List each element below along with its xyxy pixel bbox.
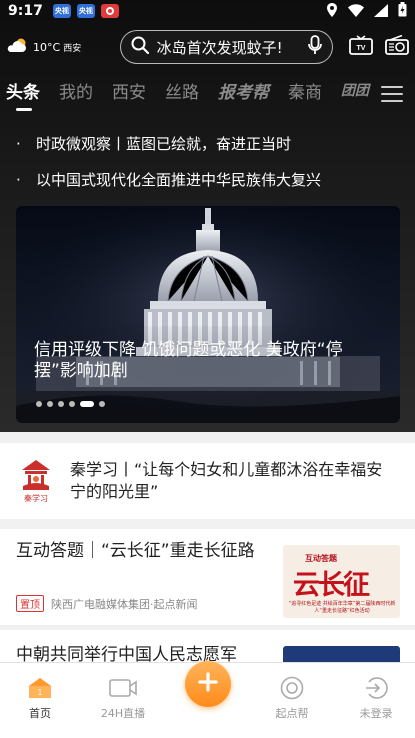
search-box[interactable]: 冰岛首次发现蚊子!: [119, 30, 333, 64]
nav-label: 未登录: [359, 707, 393, 720]
news-meta: 置顶 陕西广电融媒体集团·起点新闻: [16, 595, 198, 612]
nav-label: 首页: [29, 707, 51, 720]
carousel-dot: [58, 401, 64, 407]
study-logo-label: 秦学习: [24, 494, 48, 503]
status-time: 9:17: [8, 3, 43, 19]
tab-mine[interactable]: 我的: [59, 78, 93, 103]
qidian-help-icon: [280, 675, 304, 701]
tab-tuantuan[interactable]: 团团: [341, 80, 369, 100]
headline-item[interactable]: · 时政微观察丨蓝图已绘就，奋进正当时: [16, 133, 406, 169]
svg-text:1: 1: [38, 688, 43, 697]
svg-text:TV: TV: [357, 45, 366, 52]
search-hint-text: 冰岛首次发现蚊子!: [156, 38, 283, 57]
capitol-photo: [16, 206, 400, 423]
login-icon: [364, 675, 388, 701]
app-badge-1: 央视: [52, 4, 71, 18]
wifi-icon: [348, 2, 364, 21]
app-badge-3: [100, 4, 119, 18]
bullet-icon: ·: [16, 135, 21, 153]
thumbnail-subtitle: “追寻红色足迹 共绘百年华章”第二届陕西时代新人“重走长征路”红色活动: [288, 601, 396, 614]
tab-headline[interactable]: 头条: [6, 78, 40, 111]
nav-home[interactable]: 1 首页: [0, 663, 80, 738]
carousel-dot-active: [80, 401, 94, 407]
headline-text: 时政微观察丨蓝图已绘就，奋进正当时: [36, 135, 292, 153]
weather-city: 西安: [63, 43, 82, 54]
study-card[interactable]: 秦学习 秦学习丨“让每个妇女和儿童都沐浴在幸福安宁的阳光里”: [0, 443, 415, 519]
weather-widget[interactable]: 10°C 西安: [6, 37, 118, 57]
news-item[interactable]: 互动答题｜“云长征”重走长征路 置顶 陕西广电融媒体集团·起点新闻 互动答题 云…: [0, 529, 415, 625]
radio-icon[interactable]: [385, 34, 409, 59]
add-button[interactable]: [185, 661, 231, 707]
header-bar: 10°C 西安 冰岛首次发现蚊子! TV: [0, 28, 415, 66]
qin-study-logo: 秦学习: [16, 458, 56, 504]
study-title: 秦学习丨“让每个妇女和儿童都沐浴在幸福安宁的阳光里”: [70, 460, 383, 501]
search-icon: [131, 36, 149, 58]
microphone-icon[interactable]: [308, 35, 322, 59]
channel-menu-icon[interactable]: [381, 86, 403, 102]
tab-xian[interactable]: 西安: [112, 78, 146, 103]
banner-caption: 信用评级下降 饥饿问题或恶化 美政府“停摆”影响加剧: [34, 340, 343, 381]
news-title: 互动答题｜“云长征”重走长征路: [16, 541, 255, 561]
plus-icon: [198, 672, 218, 696]
headline-text: 以中国式现代化全面推进中华民族伟大复兴: [36, 171, 322, 189]
tv-icon[interactable]: TV: [349, 35, 373, 59]
app-badge-2: 央视: [76, 4, 95, 18]
home-icon: 1: [28, 675, 52, 701]
weather-temperature: 10°C: [33, 40, 61, 54]
nav-label: 24H直播: [100, 707, 146, 720]
tab-qin-business[interactable]: 秦商: [288, 78, 322, 103]
carousel-dot: [69, 401, 75, 407]
status-bar: 9:17 央视 央视: [0, 0, 415, 22]
thumbnail-title: 云长征: [293, 570, 370, 601]
signal-icon: [374, 2, 388, 21]
channel-tab-bar: 头条 我的 西安 丝路 报考帮 秦商 团团: [0, 78, 415, 118]
bullet-icon: ·: [16, 171, 21, 189]
nav-login[interactable]: 未登录: [336, 663, 415, 738]
hero-banner[interactable]: 信用评级下降 饥饿问题或恶化 美政府“停摆”影响加剧: [16, 206, 400, 423]
nav-qidian-help[interactable]: 起点帮: [252, 663, 332, 738]
weather-cloud-sun-icon: [6, 37, 30, 57]
carousel-dot: [47, 401, 53, 407]
live-tv-icon: [109, 675, 137, 701]
battery-icon: [398, 1, 407, 21]
location-icon: [326, 2, 338, 21]
carousel-dot: [36, 401, 42, 407]
carousel-indicator: [36, 401, 105, 407]
news-thumbnail: 互动答题 云长征 “追寻红色足迹 共绘百年华章”第二届陕西时代新人“重走长征路”…: [283, 545, 400, 618]
headline-list: · 时政微观察丨蓝图已绘就，奋进正当时 · 以中国式现代化全面推进中华民族伟大复…: [16, 133, 406, 205]
news-source: 陕西广电融媒体集团·起点新闻: [51, 597, 198, 611]
nav-label: 起点帮: [275, 707, 309, 720]
tab-silk-road[interactable]: 丝路: [165, 78, 199, 103]
headline-item[interactable]: · 以中国式现代化全面推进中华民族伟大复兴: [16, 169, 406, 205]
pinned-tag: 置顶: [16, 595, 44, 612]
nav-live[interactable]: 24H直播: [83, 663, 163, 738]
carousel-dot: [99, 401, 105, 407]
tab-exam-help[interactable]: 报考帮: [218, 78, 269, 103]
